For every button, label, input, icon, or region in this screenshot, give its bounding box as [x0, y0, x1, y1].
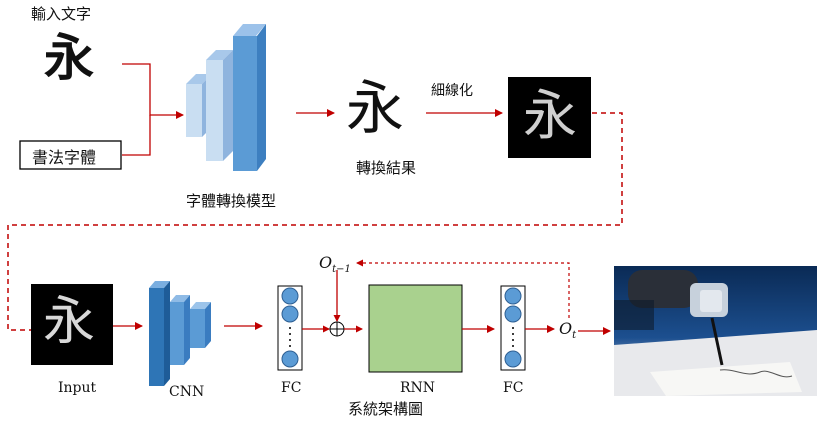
fc2-node-2 [504, 305, 522, 323]
font-to-model-line [122, 115, 151, 156]
rnn-caption: RNN [400, 380, 436, 396]
input-character: 永 [44, 28, 94, 87]
font-model-caption: 字體轉換模型 [186, 192, 277, 210]
circle-plus-icon [329, 321, 345, 337]
input-text-label: 輸入文字 [31, 5, 92, 23]
feedback-label: Ot−1 [319, 253, 351, 275]
calligraphy-font-label: 書法字體 [32, 148, 97, 167]
fc2-caption: FC [503, 380, 524, 396]
font-model-block [186, 24, 266, 171]
fc1-caption: FC [281, 380, 302, 396]
fc1-node-2 [281, 305, 299, 323]
cnn-block [149, 281, 211, 386]
robot-arm-writing-photo [614, 266, 817, 396]
fc2-node-3 [504, 350, 522, 368]
output-label-sub: t [572, 330, 577, 342]
system-caption: 系統架構圖 [348, 400, 424, 418]
thinning-label: 細線化 [431, 83, 473, 99]
cnn-caption: CNN [169, 384, 205, 400]
fc1-node-3 [281, 350, 299, 368]
output-label: Ot [559, 319, 576, 341]
feedback-label-main: O [319, 253, 333, 272]
result-character: 永 [346, 74, 405, 142]
input-to-model-arrow [122, 63, 184, 119]
fc1-node-1 [281, 287, 299, 305]
feedback-label-sub: t−1 [332, 264, 351, 276]
input-caption: Input [58, 380, 97, 396]
architecture-diagram: 輸入文字 永 書法字體 字體轉換模型 永 轉換結果 細線化 永 永 Input … [0, 0, 820, 429]
output-label-main: O [559, 319, 573, 338]
result-caption: 轉換結果 [356, 159, 417, 177]
thinned-character: 永 [523, 84, 577, 147]
bottom-input-character: 永 [43, 292, 96, 352]
diagram-canvas [7, 24, 817, 396]
rnn-block [368, 284, 463, 373]
fc2-node-1 [504, 287, 522, 305]
